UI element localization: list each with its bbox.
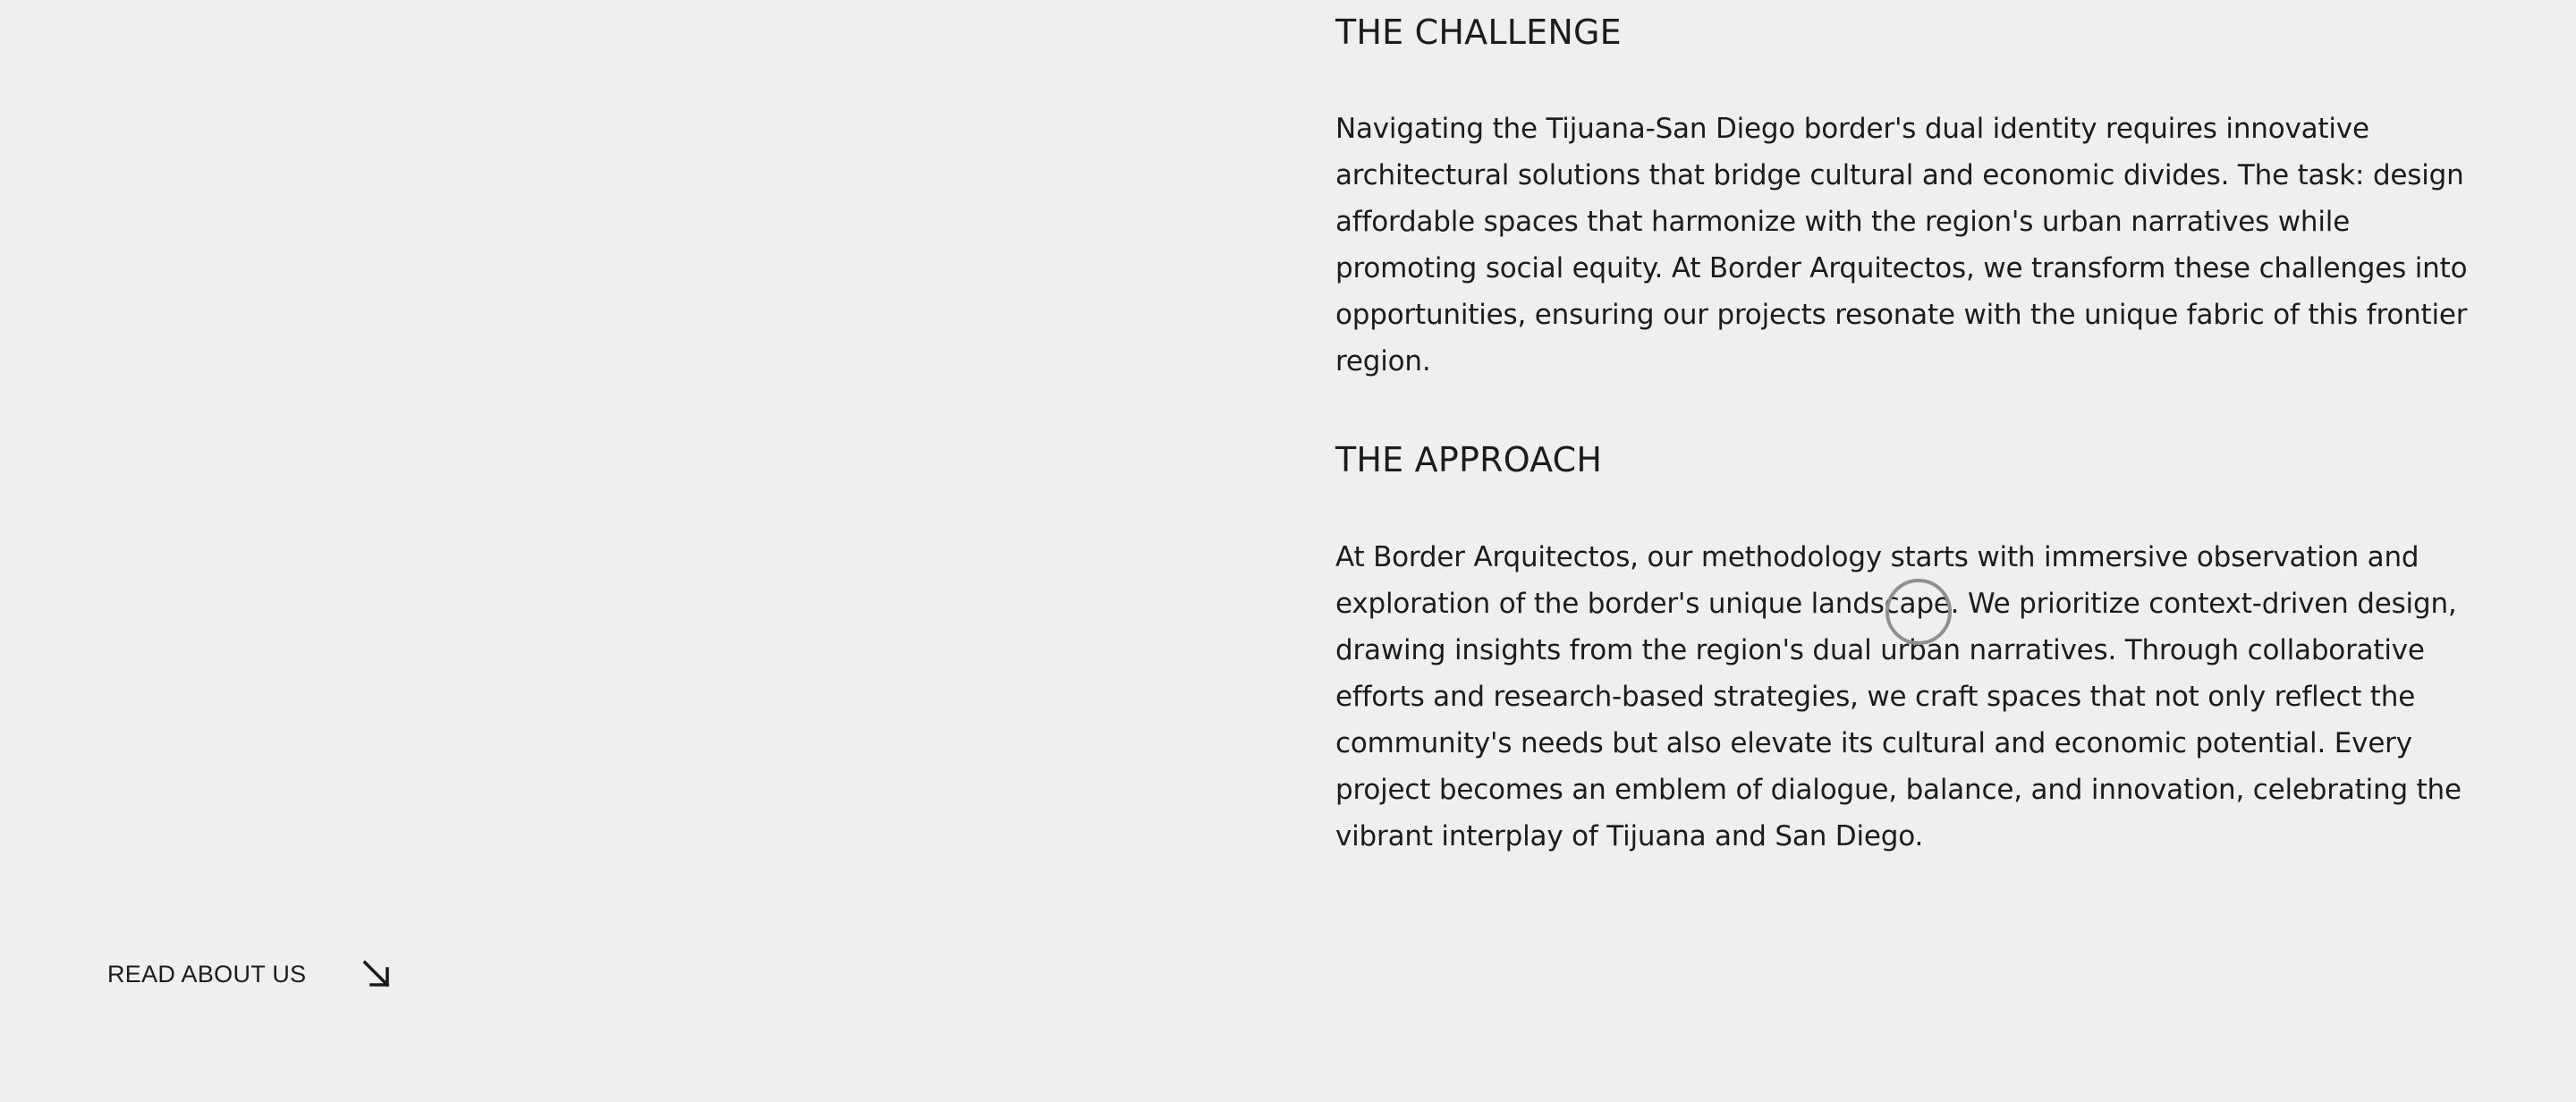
read-about-us-label: READ ABOUT US: [107, 960, 307, 988]
approach-heading: THE APPROACH: [1335, 440, 1603, 479]
challenge-paragraph: Navigating the Tijuana-San Diego border'…: [1335, 113, 2468, 377]
approach-paragraph: At Border Arquitectos, our methodology s…: [1335, 541, 2462, 852]
arrow-down-right-icon: [361, 959, 392, 989]
read-about-us-link[interactable]: READ ABOUT US: [107, 959, 392, 989]
challenge-heading: THE CHALLENGE: [1335, 13, 1622, 52]
